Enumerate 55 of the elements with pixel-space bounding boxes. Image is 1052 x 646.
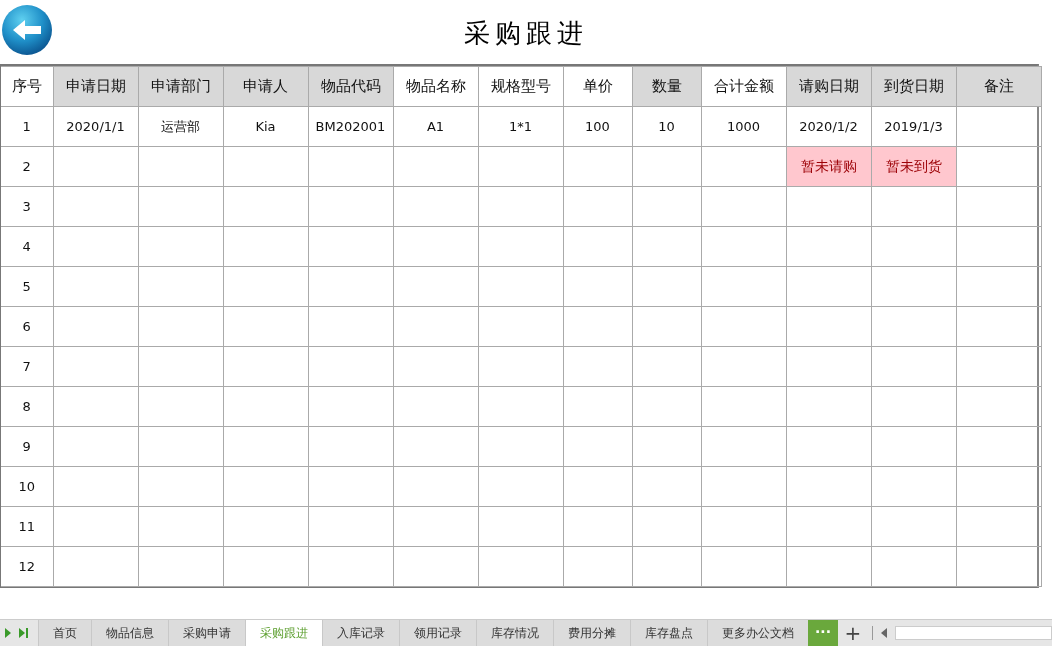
sheet-tab[interactable]: 物品信息	[91, 620, 168, 646]
table-cell: 8	[1, 386, 53, 427]
table-cell: 1000	[701, 106, 786, 147]
horizontal-scrollbar[interactable]	[895, 626, 1052, 640]
table-cell: A1	[393, 106, 478, 147]
table-cell: 10	[1, 466, 53, 507]
sheet-tab[interactable]: 库存盘点	[630, 620, 707, 646]
table-cell: 1*1	[478, 106, 563, 147]
table-cell: 6	[1, 306, 53, 347]
column-header: 申请人	[223, 66, 308, 107]
sheet-tab[interactable]: 采购申请	[168, 620, 245, 646]
table-cell: 100	[563, 106, 632, 147]
table-cell: 1	[1, 106, 53, 147]
column-header: 合计金额	[701, 66, 786, 107]
table-cell: 3	[1, 186, 53, 227]
column-header: 物品名称	[393, 66, 478, 107]
table-cell: 5	[1, 266, 53, 307]
table-cell: BM202001	[308, 106, 393, 147]
sheet-tab[interactable]: 首页	[38, 620, 91, 646]
back-arrow-button[interactable]	[1, 4, 53, 56]
column-header: 单价	[563, 66, 632, 107]
add-sheet-button[interactable]: +	[838, 621, 868, 645]
column-header: 请购日期	[786, 66, 871, 107]
sheet-tab[interactable]: 更多办公文档	[707, 620, 808, 646]
status-cell: 暂未请购	[786, 146, 871, 187]
sheet-tab[interactable]: 费用分摊	[553, 620, 630, 646]
column-header: 申请日期	[53, 66, 138, 107]
column-header: 到货日期	[871, 66, 956, 107]
scroll-left-icon[interactable]	[881, 628, 887, 638]
status-cell: 暂未到货	[871, 146, 956, 187]
table-cell: 10	[632, 106, 701, 147]
column-header: 序号	[1, 66, 53, 107]
last-sheet-icon[interactable]	[18, 628, 28, 638]
table-cell: 11	[1, 506, 53, 547]
column-header: 备注	[956, 66, 1041, 107]
page-title: 采购跟进	[464, 16, 588, 50]
table-cell: 7	[1, 346, 53, 387]
sheet-tab[interactable]: 库存情况	[476, 620, 553, 646]
table-cell: Kia	[223, 106, 308, 147]
table-cell: 12	[1, 546, 53, 587]
sheet-tab[interactable]: 领用记录	[399, 620, 476, 646]
table-cell: 运营部	[138, 106, 223, 147]
table-cell: 2019/1/3	[871, 106, 956, 147]
first-sheet-icon[interactable]	[4, 628, 12, 638]
table-cell: 2020/1/1	[53, 106, 138, 147]
sheet-tab[interactable]: 入库记录	[322, 620, 399, 646]
table-cell: 2020/1/2	[786, 106, 871, 147]
column-header: 申请部门	[138, 66, 223, 107]
column-header: 物品代码	[308, 66, 393, 107]
column-header: 数量	[632, 66, 701, 107]
sheet-tab[interactable]: 采购跟进	[245, 620, 322, 646]
table-cell: 9	[1, 426, 53, 467]
table-cell: 4	[1, 226, 53, 267]
table-cell: 2	[1, 146, 53, 187]
column-header: 规格型号	[478, 66, 563, 107]
